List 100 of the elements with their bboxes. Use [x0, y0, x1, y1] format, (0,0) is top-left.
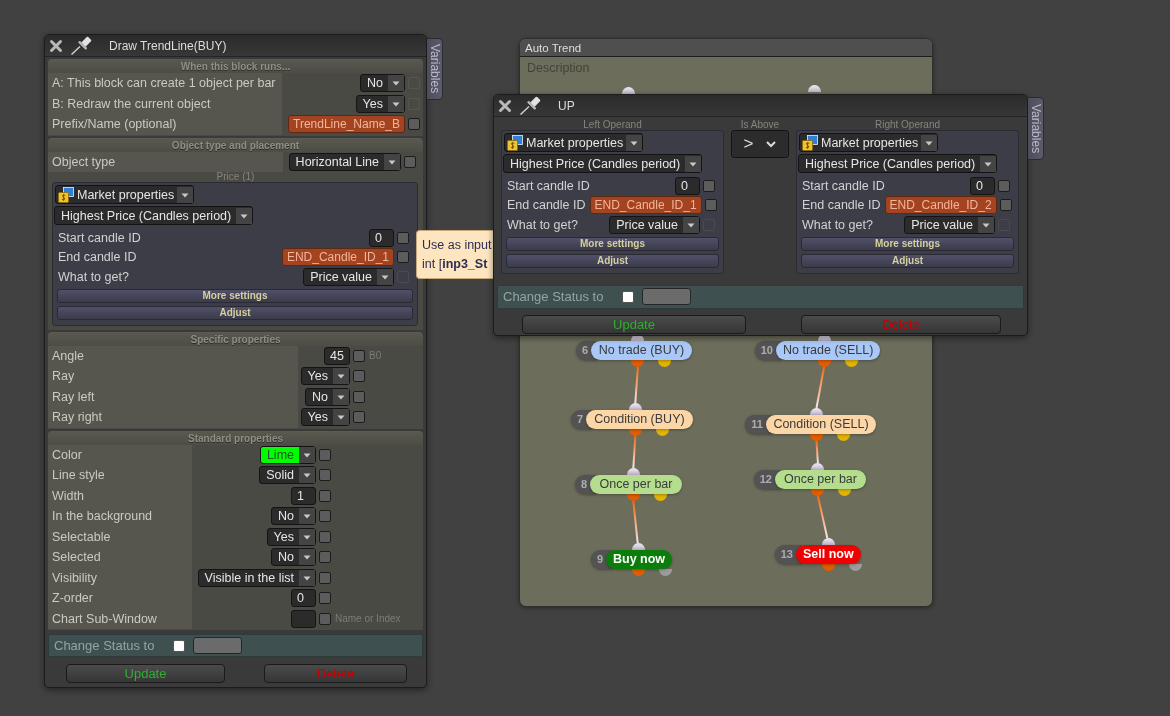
- checkbox[interactable]: [703, 179, 715, 192]
- variable-field[interactable]: END_Candle_ID_1: [281, 248, 394, 267]
- variable-field[interactable]: TrendLine_Name_B: [288, 115, 405, 134]
- output-port-icon[interactable]: [631, 360, 645, 367]
- dropdown[interactable]: Price value: [904, 215, 995, 234]
- update-button[interactable]: Update: [522, 314, 746, 334]
- option-button[interactable]: Adjust: [801, 253, 1014, 268]
- input-field[interactable]: 1: [291, 486, 316, 505]
- variables-tab[interactable]: Variables: [427, 38, 443, 100]
- color-dropdown[interactable]: Lime: [259, 445, 316, 464]
- output-port-icon[interactable]: [848, 564, 862, 571]
- option-button[interactable]: More settings: [801, 236, 1014, 251]
- flow-node[interactable]: No trade (BUY): [591, 341, 692, 360]
- dropdown[interactable]: Yes: [355, 94, 405, 113]
- dropdown[interactable]: No: [271, 507, 316, 526]
- output-port-icon[interactable]: [626, 494, 640, 501]
- flow-node[interactable]: Once per bar: [590, 475, 682, 494]
- option-button[interactable]: More settings: [506, 236, 719, 251]
- operator-dropdown[interactable]: >: [731, 130, 789, 158]
- flow-node[interactable]: Buy now: [606, 550, 673, 569]
- output-port-icon[interactable]: [811, 489, 825, 496]
- output-port-icon[interactable]: [837, 434, 850, 441]
- dropdown[interactable]: Market properties: [799, 133, 939, 152]
- output-port-icon[interactable]: [628, 429, 642, 436]
- input-port-icon[interactable]: [626, 468, 640, 475]
- checkbox[interactable]: [319, 530, 331, 543]
- pin-icon[interactable]: [519, 95, 541, 116]
- checkbox[interactable]: [353, 349, 365, 362]
- input-field[interactable]: 0: [369, 228, 394, 247]
- option-button[interactable]: Adjust: [57, 305, 413, 320]
- dropdown[interactable]: No: [271, 548, 316, 567]
- option-button[interactable]: Adjust: [506, 253, 719, 268]
- dropdown[interactable]: Yes: [300, 367, 350, 386]
- checkbox[interactable]: [404, 155, 416, 168]
- output-port-icon[interactable]: [844, 360, 858, 367]
- flow-node[interactable]: Condition (BUY): [586, 410, 693, 429]
- dropdown[interactable]: Horizontal Line: [288, 152, 401, 171]
- close-icon[interactable]: [498, 98, 512, 113]
- input-port-icon[interactable]: [808, 85, 821, 92]
- flow-node[interactable]: Condition (SELL): [766, 415, 876, 434]
- dropdown[interactable]: Visible in the list: [197, 568, 316, 587]
- dropdown[interactable]: Market properties: [55, 185, 195, 204]
- dropdown[interactable]: No: [305, 387, 350, 406]
- checkbox[interactable]: [319, 469, 331, 482]
- input-field[interactable]: 0: [970, 176, 995, 195]
- input-port-icon[interactable]: [811, 463, 825, 470]
- input-port-icon[interactable]: [622, 87, 635, 94]
- checkbox[interactable]: [319, 592, 331, 605]
- checkbox[interactable]: [998, 179, 1010, 192]
- checkbox[interactable]: [353, 411, 365, 424]
- output-port-icon[interactable]: [821, 564, 835, 571]
- input-field[interactable]: 45: [324, 346, 350, 365]
- input-port-icon[interactable]: [632, 543, 646, 550]
- output-port-icon[interactable]: [658, 360, 672, 367]
- flow-node[interactable]: No trade (SELL): [776, 341, 881, 360]
- dropdown[interactable]: Yes: [266, 527, 316, 546]
- option-button[interactable]: More settings: [57, 288, 413, 303]
- checkbox[interactable]: [408, 118, 420, 131]
- input-port-icon[interactable]: [810, 408, 823, 415]
- input-field[interactable]: 0: [291, 589, 316, 608]
- close-icon[interactable]: [49, 38, 63, 53]
- output-port-icon[interactable]: [653, 494, 667, 501]
- checkbox[interactable]: [319, 551, 331, 564]
- output-port-icon[interactable]: [810, 434, 823, 441]
- input-field[interactable]: [642, 288, 692, 305]
- output-port-icon[interactable]: [838, 489, 852, 496]
- flow-node[interactable]: Once per bar: [775, 470, 866, 489]
- input-port-icon[interactable]: [628, 403, 642, 410]
- checkbox[interactable]: [999, 199, 1012, 212]
- variables-tab[interactable]: Variables: [1028, 97, 1044, 160]
- checkbox[interactable]: [173, 639, 186, 652]
- variable-field[interactable]: END_Candle_ID_2: [884, 196, 997, 215]
- variable-field[interactable]: END_Candle_ID_1: [589, 196, 702, 215]
- input-field[interactable]: 0: [675, 176, 700, 195]
- checkbox[interactable]: [397, 231, 409, 244]
- flow-node[interactable]: Sell now: [796, 545, 861, 564]
- dropdown[interactable]: No: [360, 74, 405, 93]
- output-port-icon[interactable]: [655, 429, 669, 436]
- output-port-icon[interactable]: [659, 569, 673, 576]
- pin-icon[interactable]: [70, 35, 92, 56]
- output-port-icon[interactable]: [632, 569, 646, 576]
- dropdown[interactable]: Price value: [303, 267, 394, 286]
- checkbox[interactable]: [319, 510, 331, 523]
- dropdown[interactable]: Solid: [259, 466, 316, 485]
- dropdown[interactable]: Highest Price (Candles period): [503, 154, 703, 173]
- checkbox[interactable]: [704, 199, 717, 212]
- checkbox[interactable]: [319, 571, 331, 584]
- dropdown[interactable]: Highest Price (Candles period): [54, 206, 254, 225]
- checkbox[interactable]: [319, 489, 331, 502]
- checkbox[interactable]: [353, 370, 365, 383]
- dropdown[interactable]: Market properties: [504, 133, 644, 152]
- input-port-icon[interactable]: [821, 538, 835, 545]
- checkbox[interactable]: [319, 612, 331, 625]
- input-field[interactable]: [193, 637, 243, 654]
- checkbox[interactable]: [622, 290, 635, 303]
- input-field[interactable]: [291, 609, 316, 628]
- checkbox[interactable]: [397, 251, 409, 264]
- output-port-icon[interactable]: [817, 360, 831, 367]
- dropdown[interactable]: Price value: [609, 215, 700, 234]
- dropdown[interactable]: Highest Price (Candles period): [798, 154, 998, 173]
